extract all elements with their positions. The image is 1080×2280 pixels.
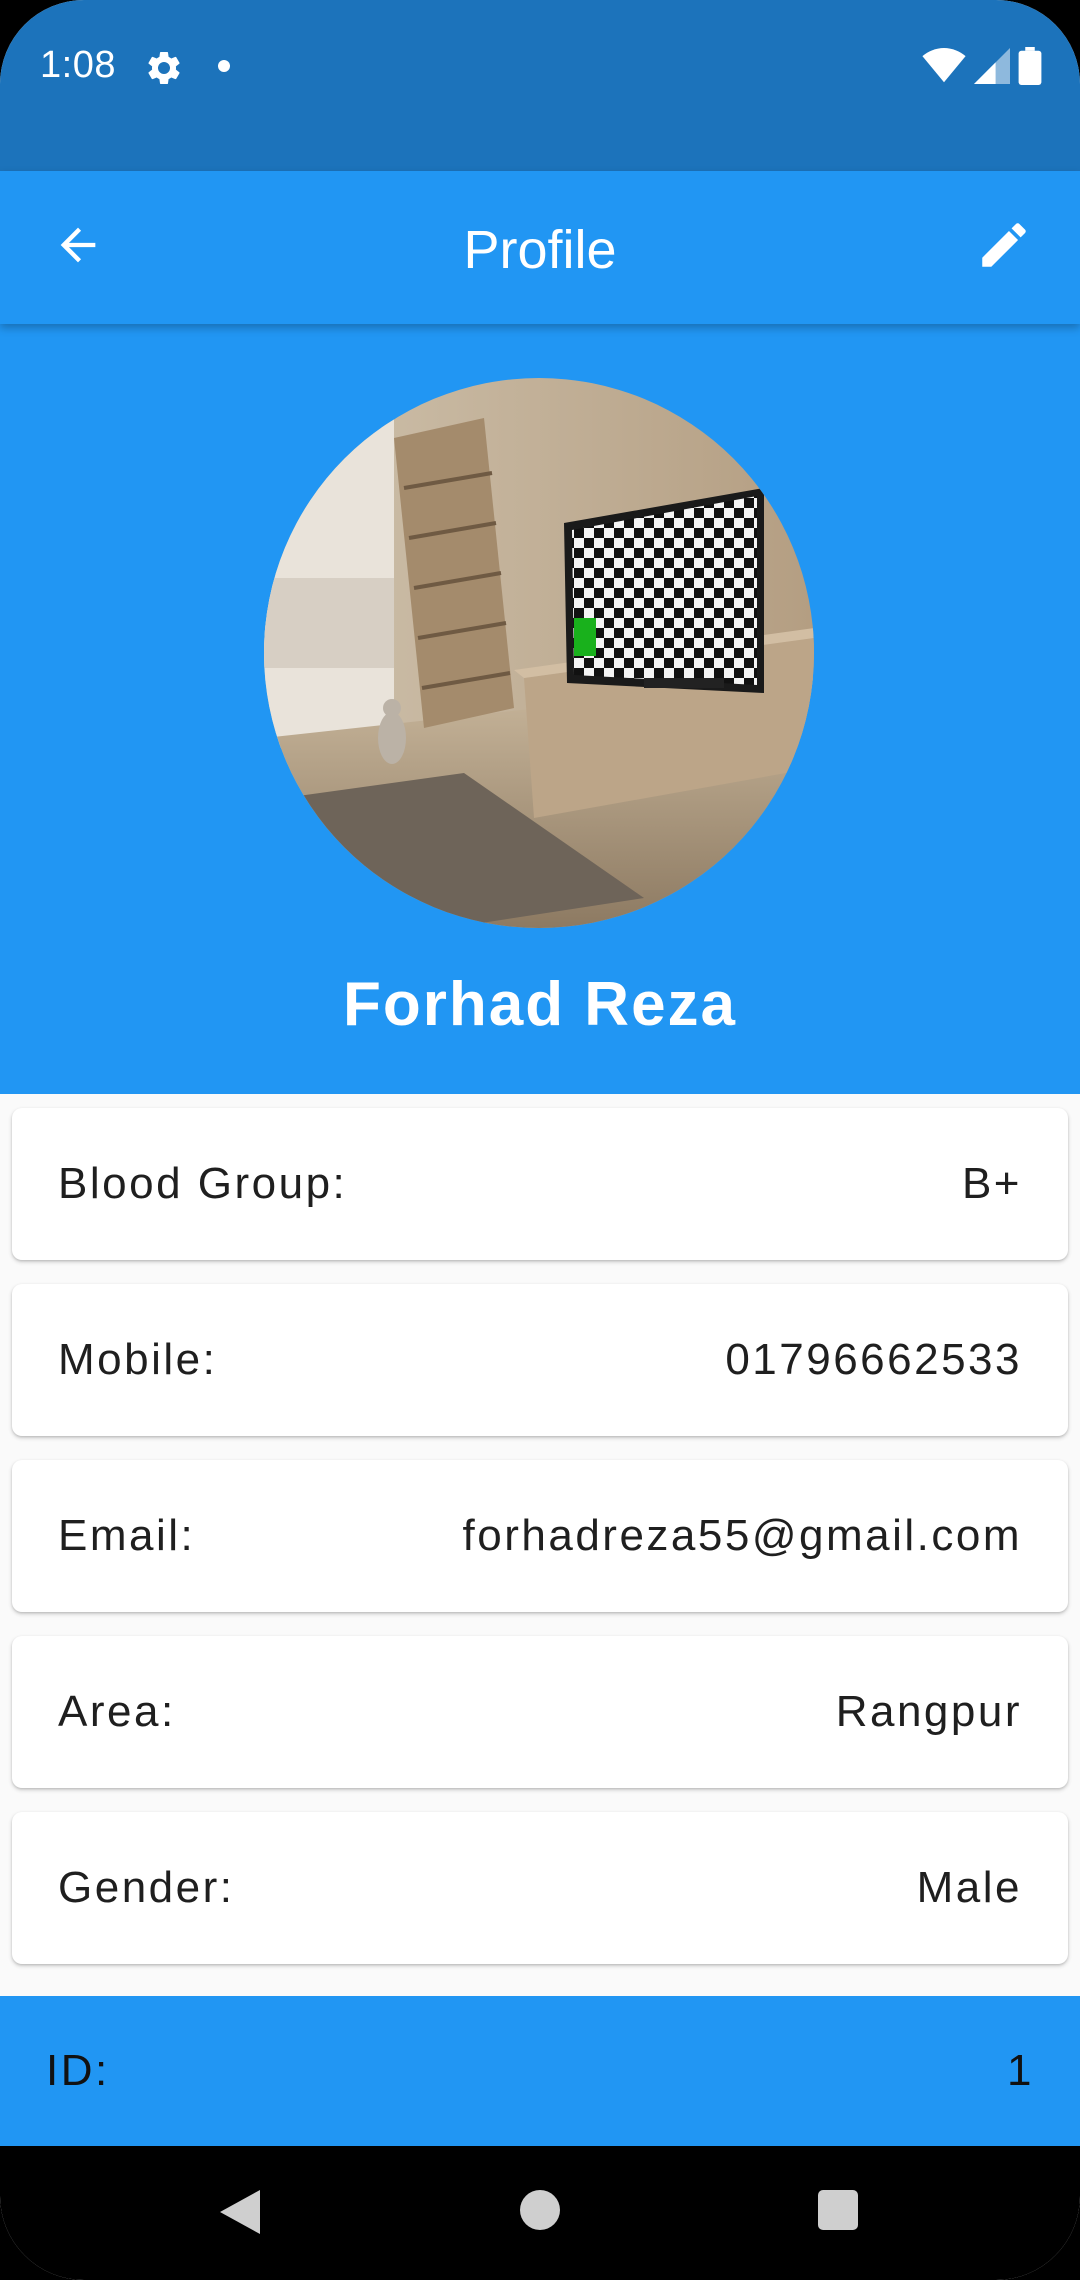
id-footer-bar: ID: 1 (0, 1996, 1080, 2146)
blood-group-value: B+ (961, 1159, 1022, 1208)
area-value: Rangpur (835, 1687, 1022, 1736)
nav-home-icon[interactable] (520, 2190, 560, 2230)
pencil-icon (975, 216, 1033, 279)
area-label: Area: (58, 1687, 176, 1736)
area-card: Area: Rangpur (12, 1636, 1068, 1788)
mobile-label: Mobile: (58, 1335, 218, 1384)
nav-back-icon[interactable] (220, 2190, 260, 2239)
gender-value: Male (916, 1863, 1022, 1912)
blood-group-label: Blood Group: (58, 1159, 348, 1208)
id-label: ID: (46, 2046, 110, 2095)
nav-recents-icon[interactable] (818, 2190, 858, 2230)
gender-label: Gender: (58, 1863, 235, 1912)
profile-header: Forhad Reza (0, 324, 1080, 1094)
status-time: 1:08 (40, 44, 116, 86)
status-bar: 1:08 (0, 0, 1080, 171)
gender-card: Gender: Male (12, 1812, 1068, 1964)
page-title: Profile (463, 220, 617, 280)
app-bar: Profile (0, 171, 1080, 324)
gear-icon (144, 48, 184, 88)
mobile-value: 01796662533 (725, 1335, 1022, 1384)
notification-dot-icon (218, 60, 230, 72)
wifi-icon (922, 47, 966, 89)
mobile-card: Mobile: 01796662533 (12, 1284, 1068, 1436)
phone-screen: 1:08 Profile Forhad Reza Blood Group: B+… (0, 0, 1080, 2280)
email-label: Email: (58, 1511, 196, 1560)
blood-group-card: Blood Group: B+ (12, 1108, 1068, 1260)
status-icons (922, 46, 1042, 90)
battery-icon (1018, 46, 1042, 90)
profile-name: Forhad Reza (342, 970, 738, 1039)
profile-details-list: Blood Group: B+ Mobile: 01796662533 Emai… (12, 1108, 1068, 1988)
id-value: 1 (1007, 2046, 1034, 2095)
avatar[interactable] (264, 378, 814, 928)
email-value: forhadreza55@gmail.com (462, 1511, 1022, 1560)
email-card: Email: forhadreza55@gmail.com (12, 1460, 1068, 1612)
signal-icon (974, 47, 1010, 89)
edit-profile-button[interactable] (962, 205, 1046, 289)
system-nav-bar (0, 2146, 1080, 2280)
